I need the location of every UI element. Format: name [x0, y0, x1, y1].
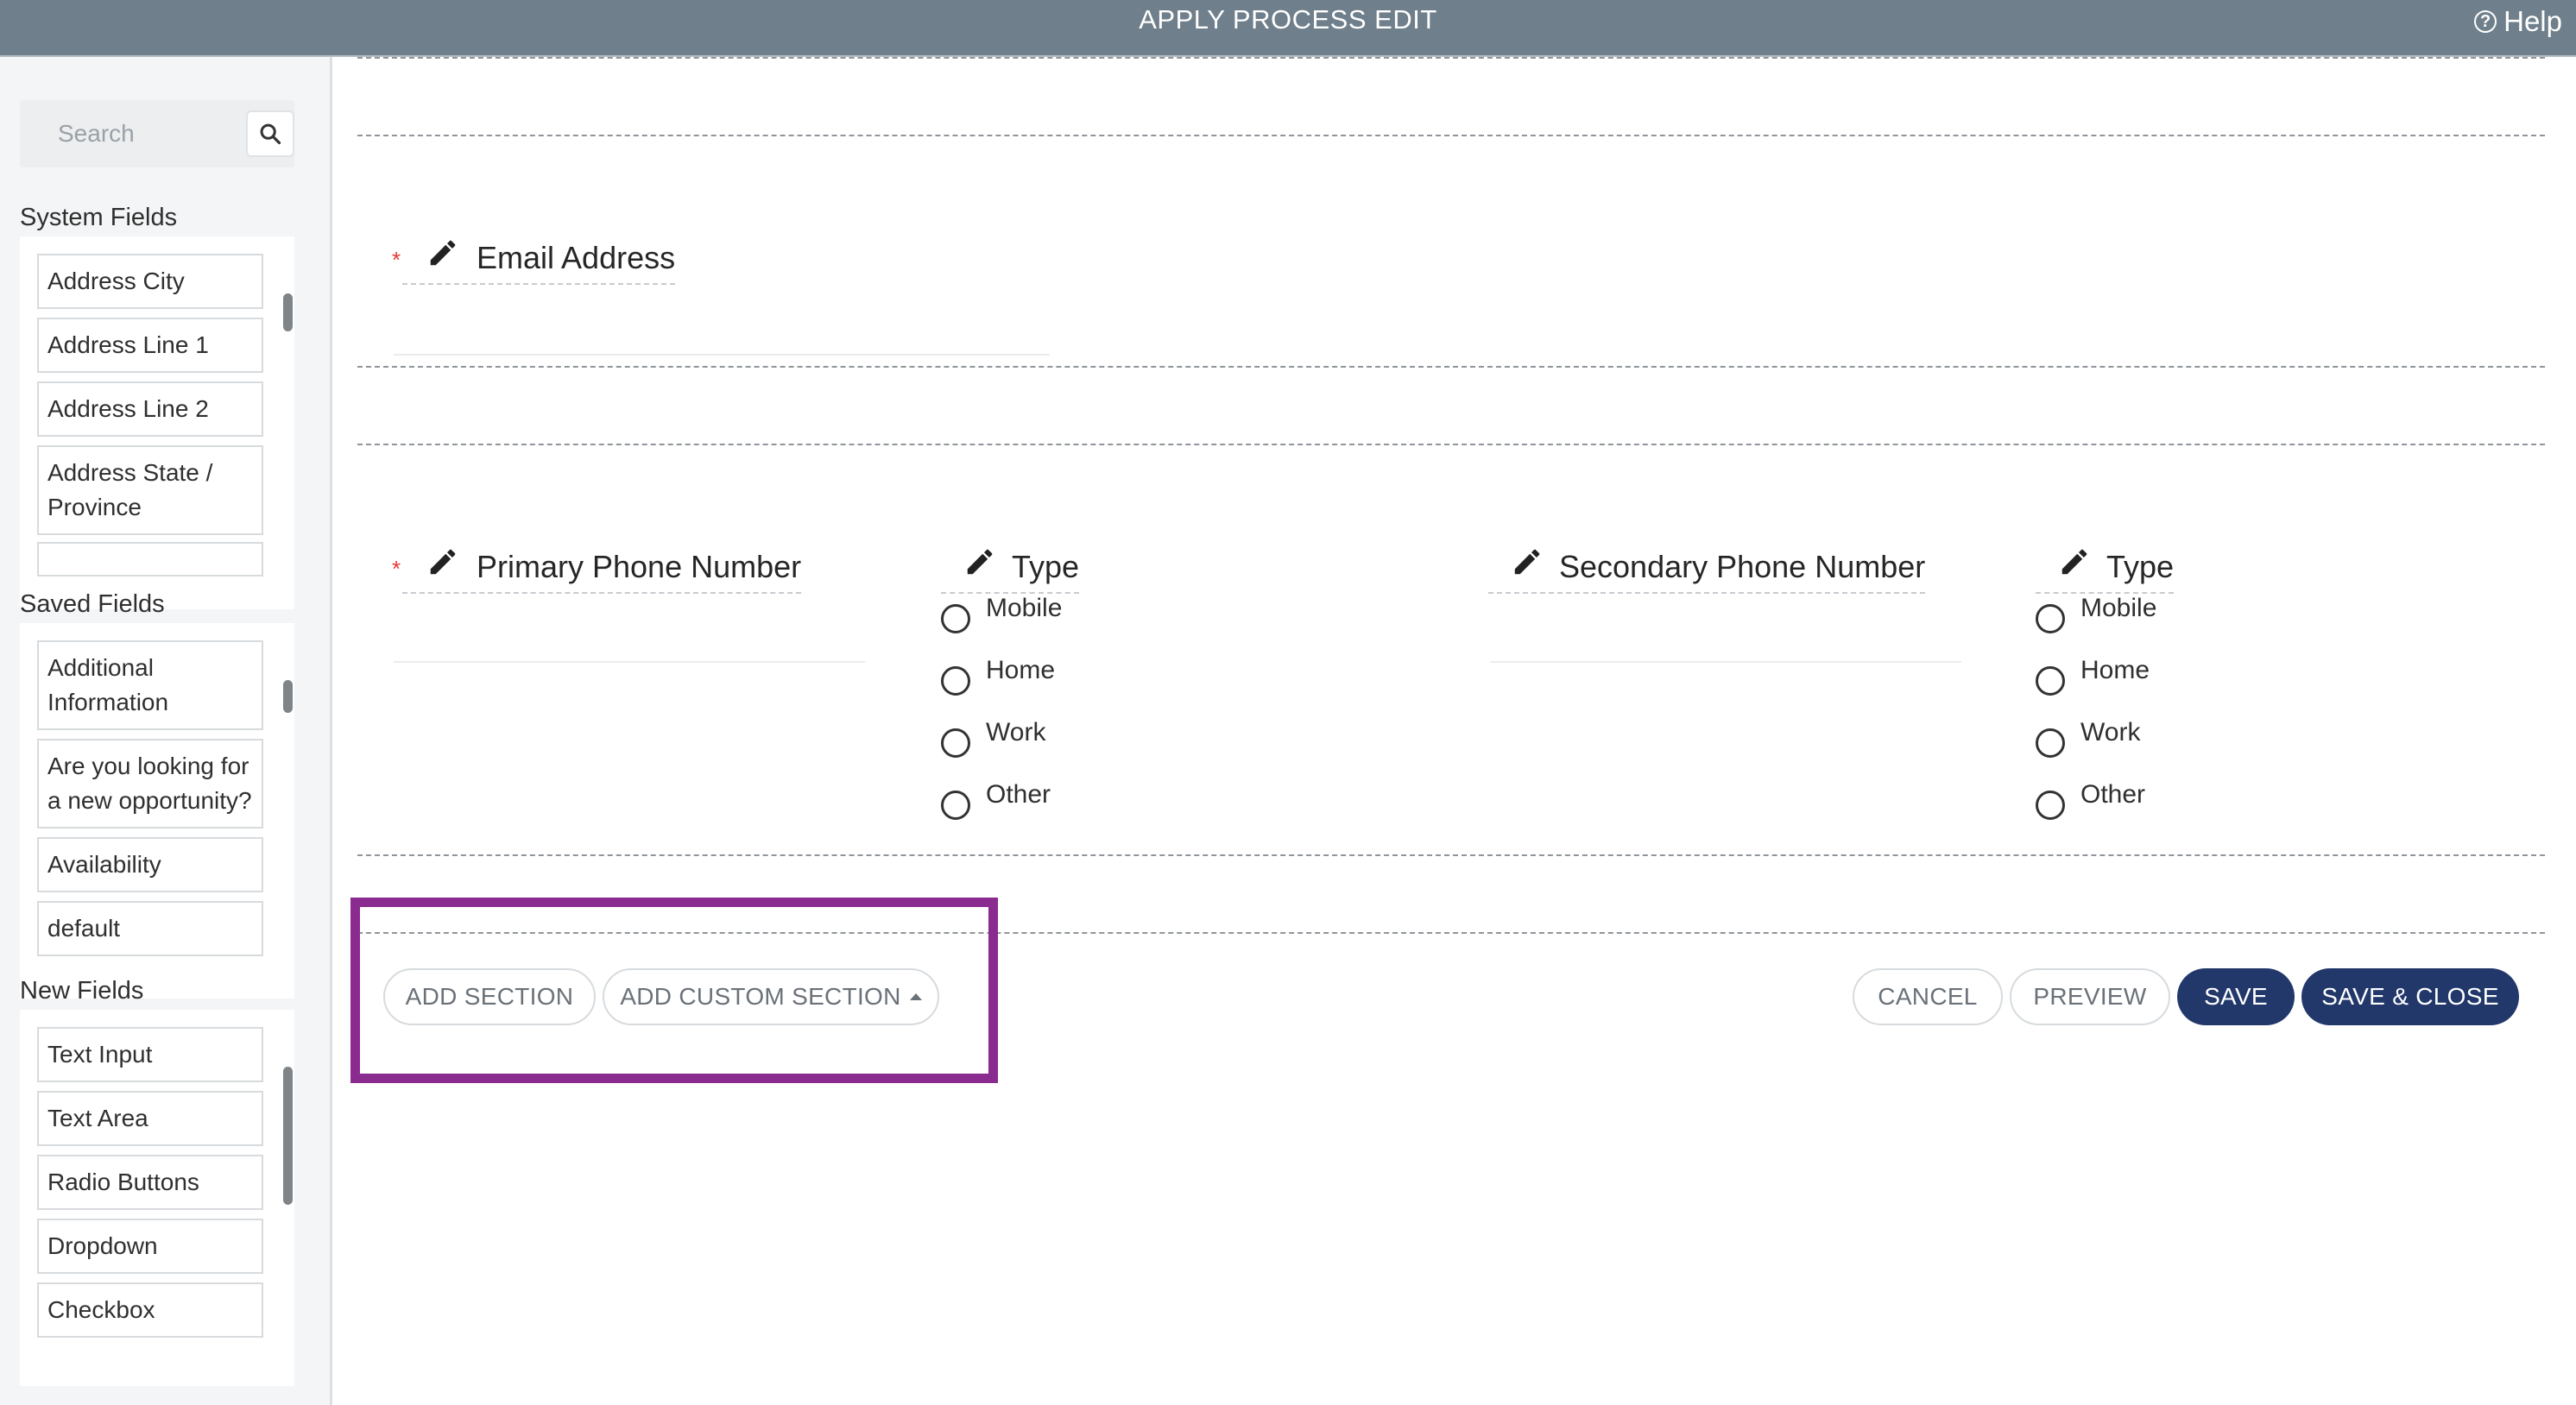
scrollbar-thumb[interactable] — [283, 293, 293, 331]
save-and-close-button[interactable]: SAVE & CLOSE — [2301, 968, 2519, 1025]
field-sidebar: System Fields Address City Address Line … — [0, 57, 332, 1405]
saved-fields-title: Saved Fields — [20, 590, 165, 618]
radio-option-work[interactable]: Work — [941, 718, 1045, 758]
highlight-box — [350, 898, 998, 1083]
saved-fields-list: Additional Information Are you looking f… — [20, 623, 294, 999]
question-circle-icon: ? — [2474, 10, 2497, 33]
list-item[interactable]: Address State / Province — [37, 445, 263, 535]
list-item[interactable]: Address Line 1 — [37, 318, 263, 373]
radio-circle[interactable] — [2036, 728, 2065, 758]
system-fields-title: System Fields — [20, 204, 178, 231]
email-field-label[interactable]: Email Address — [402, 240, 676, 285]
radio-circle[interactable] — [2036, 791, 2065, 820]
search-button[interactable] — [246, 110, 294, 157]
radio-label: Work — [2080, 718, 2141, 747]
list-item[interactable]: Availability — [37, 837, 263, 892]
radio-circle[interactable] — [941, 728, 970, 758]
radio-label: Home — [2080, 656, 2150, 684]
secondary-phone-input[interactable] — [1490, 661, 1961, 663]
list-item[interactable]: Dropdown — [37, 1219, 263, 1274]
list-item[interactable]: Text Area — [37, 1091, 263, 1146]
radio-label: Mobile — [2080, 594, 2157, 622]
list-item[interactable]: Additional Information — [37, 640, 263, 730]
page-title: APPLY PROCESS EDIT — [1139, 4, 1437, 35]
section-divider — [357, 854, 2545, 856]
radio-option-mobile[interactable]: Mobile — [2036, 594, 2156, 633]
radio-option-home[interactable]: Home — [941, 656, 1055, 696]
required-marker: * — [392, 556, 401, 582]
radio-circle[interactable] — [941, 666, 970, 696]
radio-circle[interactable] — [941, 791, 970, 820]
preview-button[interactable]: PREVIEW — [2010, 968, 2170, 1025]
cancel-button[interactable]: CANCEL — [1853, 968, 2003, 1025]
radio-circle[interactable] — [2036, 666, 2065, 696]
radio-option-mobile[interactable]: Mobile — [941, 594, 1062, 633]
secondary-phone-label[interactable]: Secondary Phone Number — [1488, 549, 1926, 594]
radio-circle[interactable] — [2036, 604, 2065, 633]
radio-option-other[interactable]: Other — [2036, 780, 2145, 820]
search-input[interactable] — [20, 100, 244, 167]
radio-label: Work — [986, 718, 1046, 747]
list-item[interactable]: Checkbox — [37, 1282, 263, 1338]
section-divider — [357, 57, 2545, 59]
list-item[interactable]: Are you looking for a new opportunity? — [37, 739, 263, 829]
section-divider — [357, 366, 2545, 368]
scrollbar-thumb[interactable] — [283, 680, 293, 713]
system-fields-list: Address City Address Line 1 Address Line… — [20, 236, 294, 609]
list-item[interactable]: Radio Buttons — [37, 1155, 263, 1210]
radio-label: Other — [986, 780, 1051, 809]
radio-label: Other — [2080, 780, 2146, 809]
section-divider — [357, 444, 2545, 445]
help-link[interactable]: ? Help — [2474, 0, 2562, 43]
radio-circle[interactable] — [941, 604, 970, 633]
list-item[interactable]: default — [37, 901, 263, 956]
section-divider — [357, 135, 2545, 136]
radio-option-other[interactable]: Other — [941, 780, 1051, 820]
help-label: Help — [2503, 5, 2562, 37]
secondary-type-label[interactable]: Type — [2036, 549, 2175, 594]
primary-phone-label[interactable]: Primary Phone Number — [402, 549, 802, 594]
radio-label: Mobile — [986, 594, 1063, 622]
new-fields-list: Text Input Text Area Radio Buttons Dropd… — [20, 1010, 294, 1386]
search-icon — [260, 123, 281, 145]
radio-option-work[interactable]: Work — [2036, 718, 2140, 758]
required-marker: * — [392, 247, 401, 273]
list-item[interactable]: Address Line 2 — [37, 381, 263, 437]
radio-label: Home — [986, 656, 1056, 684]
top-bar: APPLY PROCESS EDIT ? Help — [0, 0, 2576, 57]
list-item-partial[interactable] — [37, 542, 263, 576]
list-item[interactable]: Address City — [37, 254, 263, 309]
save-button[interactable]: SAVE — [2177, 968, 2295, 1025]
email-field-input[interactable] — [394, 354, 1050, 356]
primary-phone-input[interactable] — [394, 661, 865, 663]
primary-type-label[interactable]: Type — [941, 549, 1080, 594]
new-fields-title: New Fields — [20, 977, 144, 1005]
scrollbar-thumb[interactable] — [283, 1067, 293, 1205]
list-item[interactable]: Text Input — [37, 1027, 263, 1082]
search-box — [20, 100, 294, 167]
radio-option-home[interactable]: Home — [2036, 656, 2150, 696]
